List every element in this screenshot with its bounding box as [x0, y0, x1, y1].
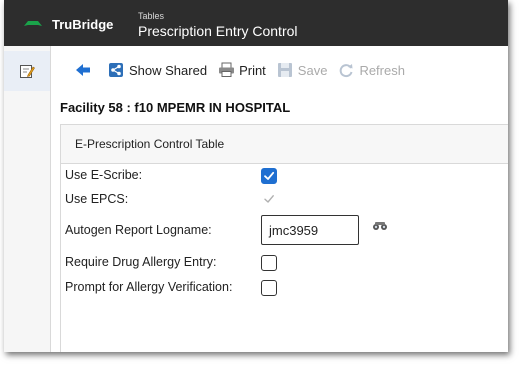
share-icon: [107, 61, 125, 79]
panel-title: E-Prescription Control Table: [75, 137, 225, 151]
toolbar: Show Shared Print Save Refresh: [51, 54, 415, 86]
breadcrumb[interactable]: Tables: [138, 11, 164, 21]
checkmark-icon: [264, 195, 274, 203]
use-escribe-checkbox[interactable]: [261, 168, 277, 184]
sidebar: [4, 46, 51, 352]
printer-icon: [217, 61, 235, 79]
use-epcs-label: Use EPCS:: [65, 192, 129, 206]
back-arrow-icon: [76, 64, 90, 76]
save-disk-icon: [276, 61, 294, 79]
refresh-icon: [337, 61, 355, 79]
save-button[interactable]: Save: [276, 61, 328, 79]
page-title: Prescription Entry Control: [138, 23, 298, 39]
app-window: TruBridge Tables Prescription Entry Cont…: [4, 0, 508, 352]
autogen-logname-label: Autogen Report Logname:: [65, 223, 212, 237]
use-escribe-label: Use E-Scribe:: [65, 168, 143, 182]
prompt-allergy-verification-label: Prompt for Allergy Verification:: [65, 280, 233, 294]
show-shared-button[interactable]: Show Shared: [107, 61, 207, 79]
refresh-button[interactable]: Refresh: [337, 61, 405, 79]
prescription-control-panel: E-Prescription Control Table Use E-Scrib…: [60, 124, 508, 352]
checkmark-icon: [264, 171, 275, 180]
back-button[interactable]: [75, 63, 91, 77]
use-epcs-checkbox[interactable]: [262, 192, 276, 206]
refresh-label: Refresh: [359, 62, 405, 78]
panel-header: E-Prescription Control Table: [61, 125, 508, 164]
trubridge-logo-icon: [24, 21, 42, 26]
sidebar-item-edit[interactable]: [4, 51, 50, 91]
edit-note-icon: [20, 65, 35, 78]
prompt-allergy-verification-checkbox[interactable]: [261, 280, 277, 296]
facility-heading: Facility 58 : f10 MPEMR IN HOSPITAL: [60, 100, 291, 115]
show-shared-label: Show Shared: [129, 62, 208, 78]
title-bar: TruBridge Tables Prescription Entry Cont…: [4, 0, 508, 46]
brand-name: TruBridge: [52, 17, 114, 32]
require-drug-allergy-checkbox[interactable]: [261, 255, 277, 271]
print-button[interactable]: Print: [217, 61, 266, 79]
require-drug-allergy-label: Require Drug Allergy Entry:: [65, 255, 217, 269]
binoculars-icon[interactable]: [372, 221, 388, 231]
autogen-logname-field[interactable]: jmc3959: [261, 215, 359, 245]
save-label: Save: [297, 62, 328, 78]
print-label: Print: [239, 62, 266, 78]
